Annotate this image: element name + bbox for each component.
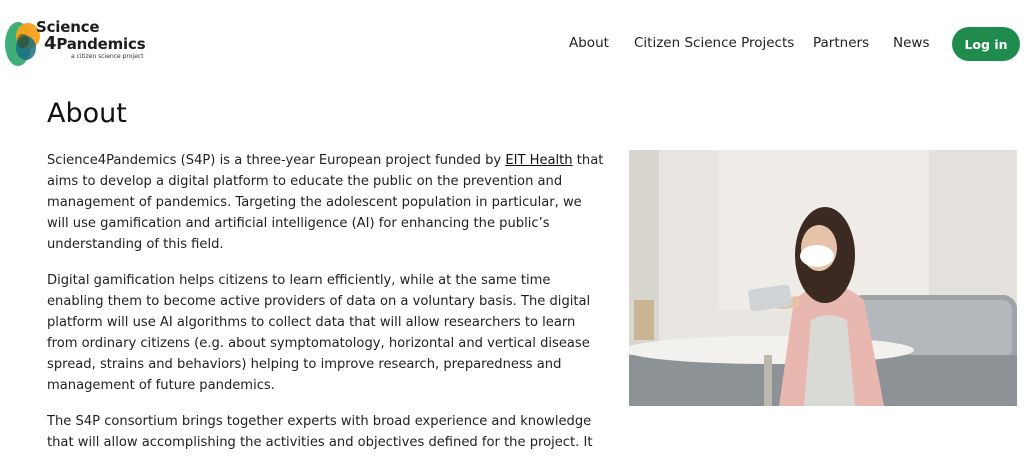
login-button[interactable]: Log in [952, 27, 1020, 61]
paragraph-3: The S4P consortium brings together exper… [47, 414, 593, 450]
logo-tagline: a citizen science project [71, 53, 144, 60]
paragraph-2: Digital gamification helps citizens to l… [47, 273, 591, 393]
page-title: About [47, 98, 127, 129]
paragraph-1: Science4Pandemics (S4P) is a three-year … [47, 150, 607, 255]
site-logo[interactable]: Science 4Pandemics a citizen science pro… [2, 10, 152, 70]
nav-link-partners[interactable]: Partners [813, 35, 869, 51]
paragraph-1-start: Science4Pandemics (S4P) is a three-year … [47, 153, 506, 168]
site-header: Science 4Pandemics a citizen science pro… [0, 0, 1024, 90]
nav-link-news[interactable]: News [893, 35, 929, 51]
about-text: Science4Pandemics (S4P) is a three-year … [47, 150, 607, 468]
nav-link-citizen-science-projects[interactable]: Citizen Science Projects [634, 35, 794, 51]
eit-health-link[interactable]: EIT Health [505, 153, 572, 168]
woman-with-mask-photo [629, 150, 1017, 406]
logo-text-line2: 4Pandemics [44, 33, 146, 54]
nav-link-about[interactable]: About [569, 35, 609, 51]
logo-word: Pandemics [56, 35, 146, 53]
logo-number: 4 [44, 33, 57, 54]
